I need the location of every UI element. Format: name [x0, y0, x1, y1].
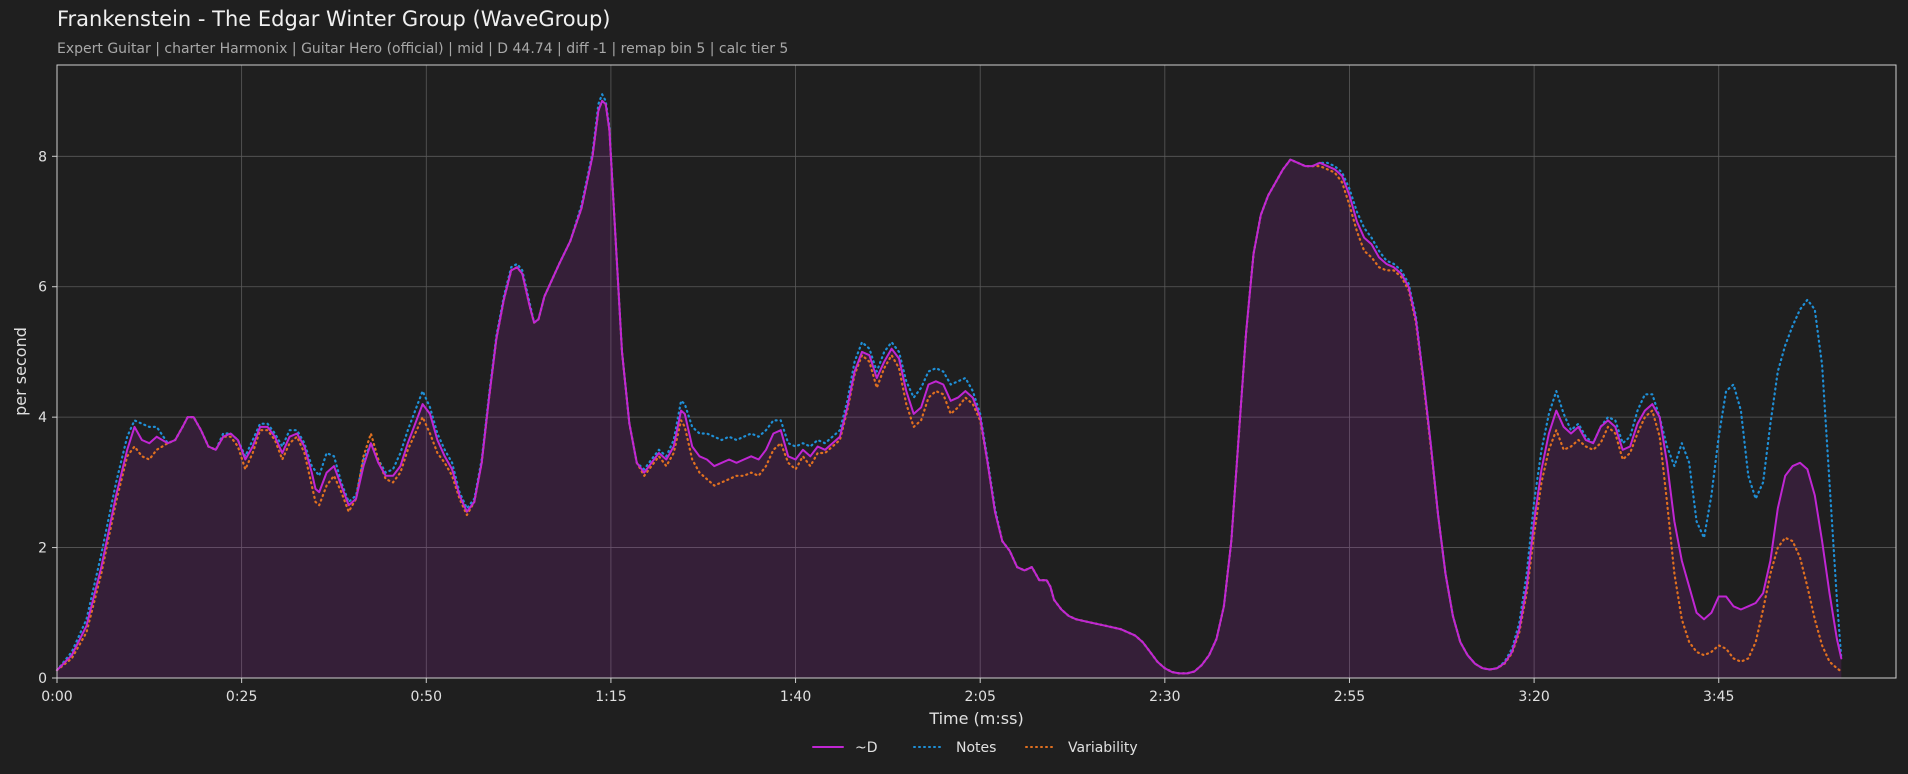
- legend-item-0: ~D: [812, 740, 878, 756]
- x-tick-label: 0:50: [411, 689, 442, 705]
- x-tick-label: 2:05: [964, 689, 995, 705]
- y-tick-label: 6: [38, 280, 47, 296]
- chart: 0:00 0:25 0:50 1:15 1:40 2:05 2:30 2:55 3:20 3:45…: [11, 64, 1897, 756]
- y-tick-label: 8: [38, 149, 47, 165]
- x-tick-label: 3:20: [1518, 689, 1549, 705]
- y-tick-label: 4: [38, 410, 47, 426]
- x-tick-label: 2:55: [1334, 689, 1365, 705]
- x-tick-label: 3:45: [1703, 689, 1734, 705]
- y-axis: 0 2 4 6 8: [38, 149, 57, 687]
- x-tick-label: 0:00: [41, 689, 72, 705]
- legend-label: Notes: [956, 740, 996, 756]
- legend: ~D Notes Variability: [812, 740, 1138, 756]
- x-tick-label: 1:40: [780, 689, 811, 705]
- y-tick-label: 0: [38, 671, 47, 687]
- legend-label: ~D: [855, 740, 878, 756]
- x-tick-label: 1:15: [595, 689, 626, 705]
- x-tick-label: 0:25: [226, 689, 257, 705]
- x-tick-label: 2:30: [1149, 689, 1180, 705]
- legend-item-2: Variability: [1025, 740, 1138, 756]
- y-tick-label: 2: [38, 541, 47, 557]
- legend-label: Variability: [1068, 740, 1138, 756]
- x-axis: 0:00 0:25 0:50 1:15 1:40 2:05 2:30 2:55 3:20 3:45: [41, 678, 1734, 705]
- y-axis-label: per second: [11, 327, 30, 416]
- legend-item-1: Notes: [913, 740, 996, 756]
- x-axis-label: Time (m:ss): [928, 709, 1023, 728]
